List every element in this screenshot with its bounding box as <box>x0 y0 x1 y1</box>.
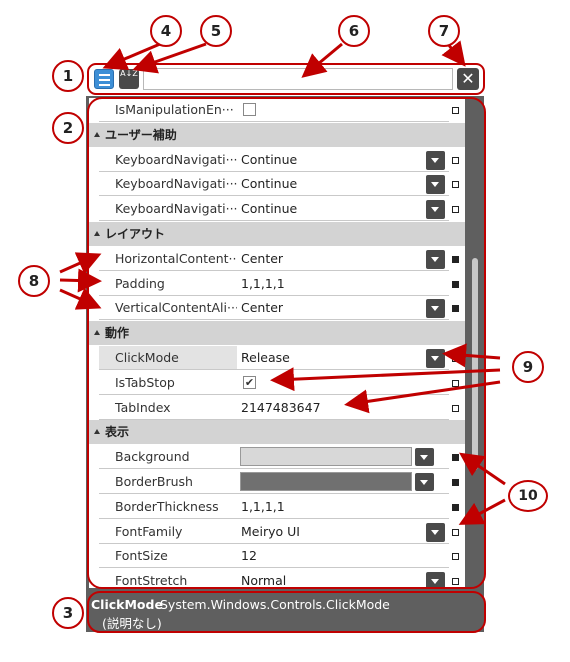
arrow-8a <box>59 252 102 275</box>
callout-1: 1 <box>52 60 84 92</box>
callout-4: 4 <box>150 15 182 47</box>
highlight-toolbar <box>87 63 485 95</box>
annotation-overlay <box>59 40 506 633</box>
callout-6: 6 <box>338 15 370 47</box>
callout-7: 7 <box>428 15 460 47</box>
highlight-grid <box>87 97 486 589</box>
callout-5: 5 <box>200 15 232 47</box>
arrow-8b <box>59 268 102 293</box>
arrow-8c <box>59 287 102 310</box>
arrow-9c <box>344 380 501 414</box>
callout-9: 9 <box>512 351 544 383</box>
arrow-7 <box>441 40 466 67</box>
callout-2: 2 <box>52 112 84 144</box>
highlight-description <box>87 591 486 633</box>
callout-3: 3 <box>52 597 84 629</box>
arrow-6 <box>301 42 343 78</box>
callout-10: 10 <box>508 480 548 512</box>
callout-8: 8 <box>18 265 50 297</box>
arrow-9a <box>442 343 501 368</box>
arrow-9b <box>270 367 501 392</box>
